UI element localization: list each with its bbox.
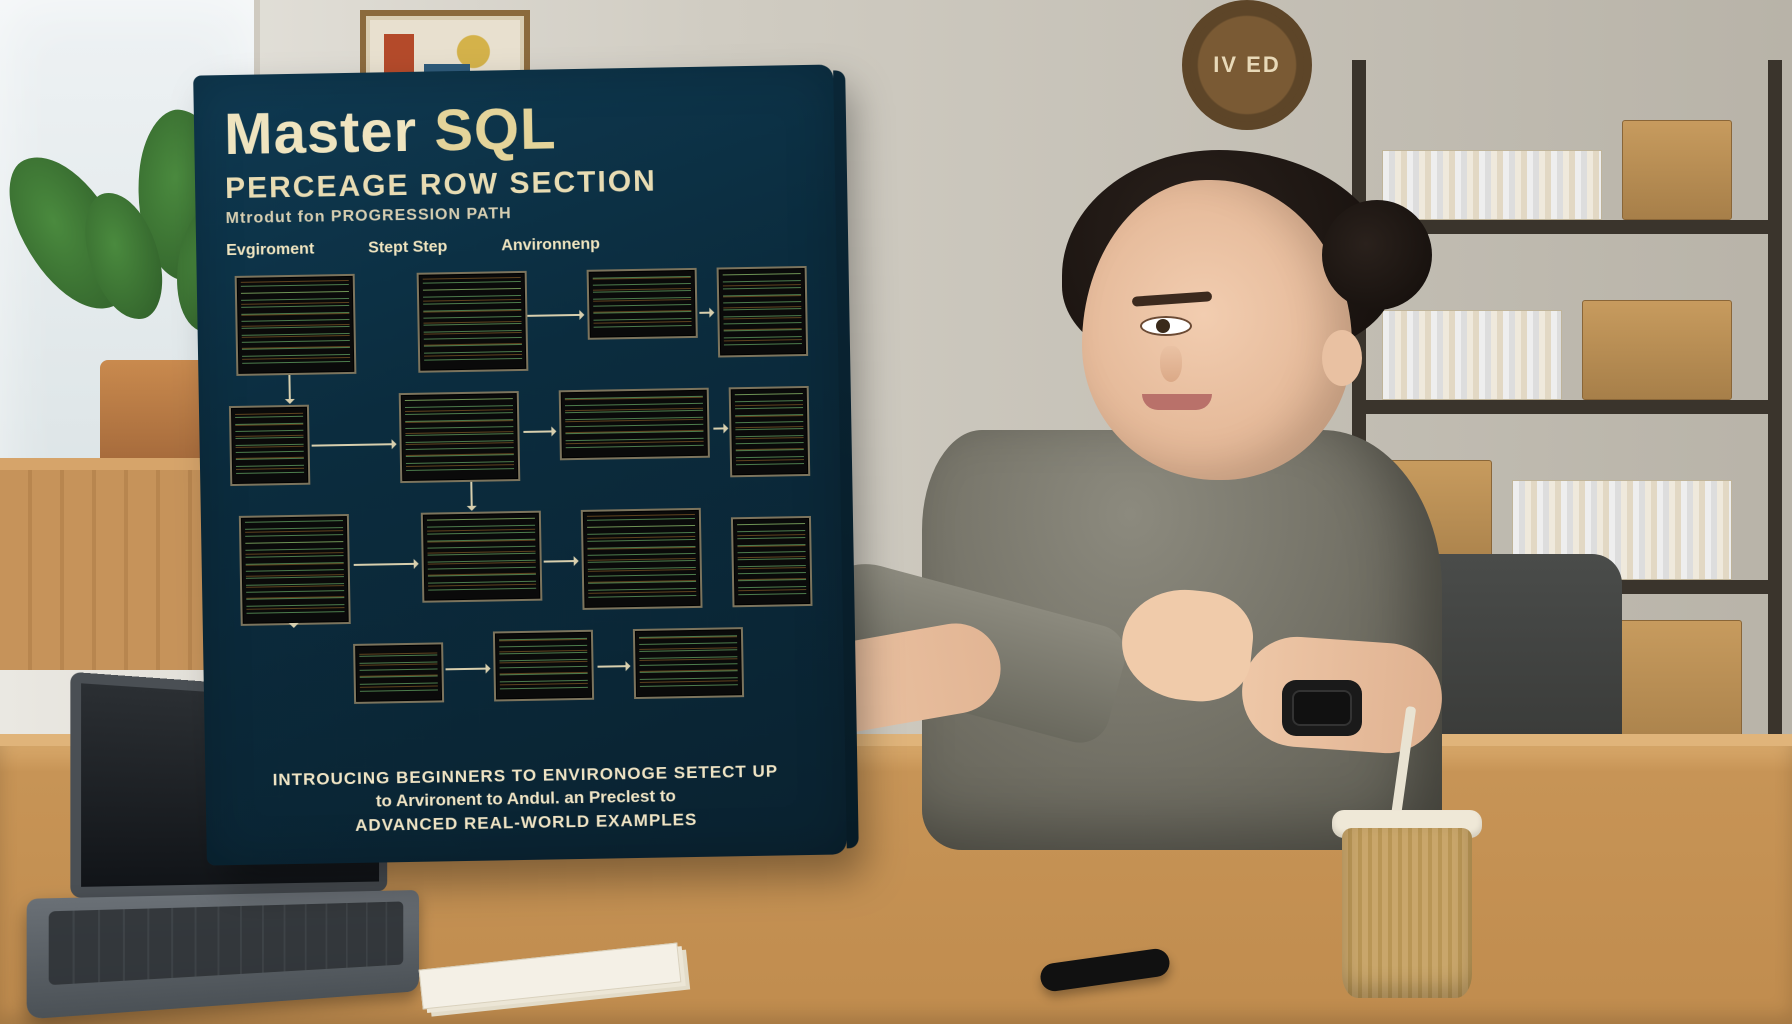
book-title: Master SQL [224, 91, 805, 168]
code-thumb [717, 266, 809, 358]
code-thumb [399, 391, 521, 483]
person [762, 120, 1462, 880]
book-subtitle: PERCEAGE ROW SECTION [225, 162, 806, 206]
book-diagram [227, 266, 815, 716]
scene: IV ED [0, 0, 1792, 1024]
code-thumb [559, 388, 710, 461]
coffee-cup [1322, 778, 1492, 998]
code-thumb [581, 508, 703, 610]
code-thumb [353, 642, 444, 704]
code-thumb [587, 268, 698, 340]
box-icon [1622, 120, 1732, 220]
book-section-labels: Evgiroment Stept Step Anvironnenp [226, 232, 806, 260]
code-thumb [633, 627, 744, 699]
code-thumb [239, 514, 351, 626]
book-title-a: Master [224, 99, 418, 167]
clock-text: IV ED [1213, 52, 1280, 78]
code-thumb [493, 630, 594, 702]
book-title-b: SQL [434, 96, 557, 163]
book-cover: Master SQL PERCEAGE ROW SECTION Mtrodut … [193, 64, 847, 865]
box-icon [1582, 300, 1732, 400]
code-thumb [235, 274, 357, 376]
book-blurb: INTROUCING BEGINNERS TO ENVIRONOGE SETEC… [235, 759, 816, 839]
code-thumb [729, 386, 811, 477]
book-label-1: Evgiroment [226, 241, 314, 261]
book-label-2: Stept Step [368, 238, 447, 257]
book-label-3: Anvironnenp [501, 236, 600, 256]
smartwatch-icon [1282, 680, 1362, 736]
code-thumb [417, 271, 529, 373]
code-thumb [421, 511, 543, 603]
wall-clock: IV ED [1182, 0, 1312, 130]
code-thumb [229, 405, 310, 486]
code-thumb [731, 516, 813, 607]
